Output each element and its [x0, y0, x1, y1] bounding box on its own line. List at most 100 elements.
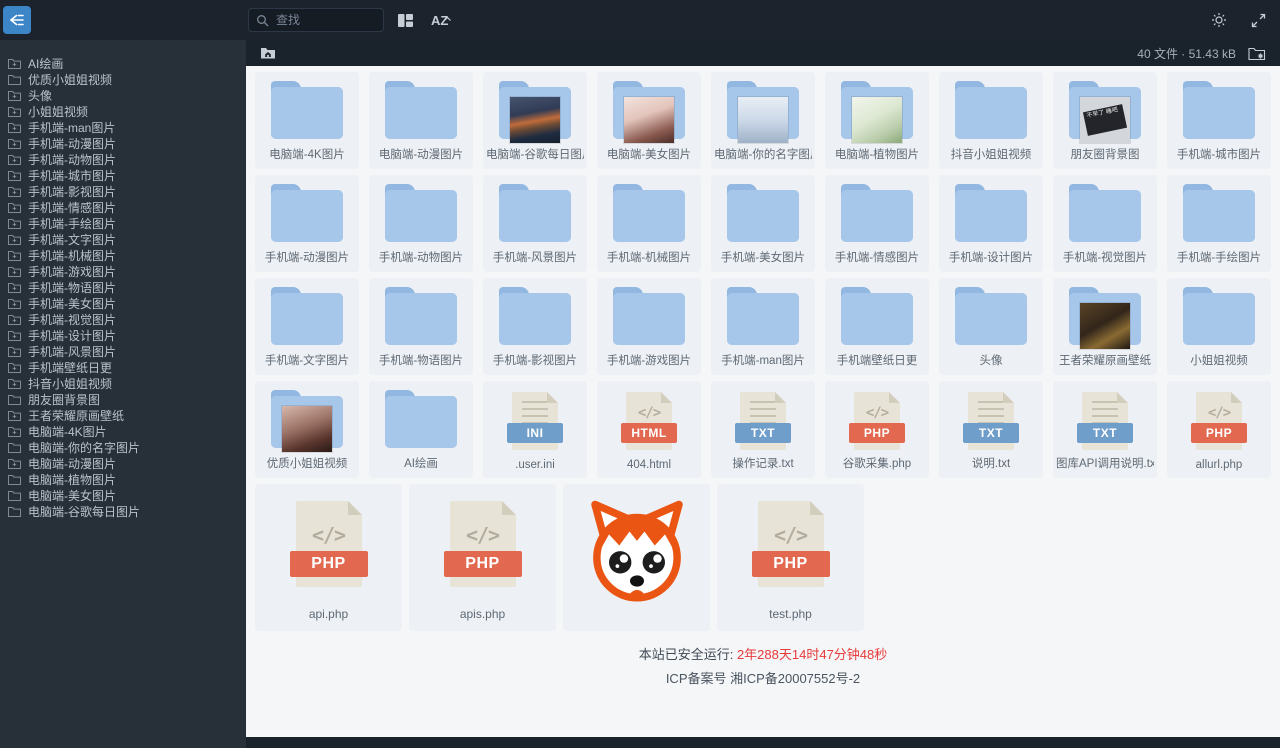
- folder-tile[interactable]: 手机端-动漫图片: [255, 175, 359, 272]
- file-tile[interactable]: </> PHP api.php: [255, 484, 402, 631]
- folder-tile[interactable]: 电脑端-植物图片: [825, 72, 929, 169]
- folder-tile[interactable]: 手机端-风景图片: [483, 175, 587, 272]
- sidebar-item[interactable]: 小姐姐视频: [0, 103, 246, 119]
- sidebar-item[interactable]: 电脑端-植物图片: [0, 471, 246, 487]
- sidebar-item[interactable]: 优质小姐姐视频: [0, 71, 246, 87]
- sidebar-item[interactable]: 手机端壁纸日更: [0, 359, 246, 375]
- folder-icon: [483, 175, 587, 248]
- folder-settings-button[interactable]: [1246, 44, 1268, 63]
- folder-glyph: [1183, 80, 1255, 139]
- folder-tile[interactable]: 手机端-城市图片: [1167, 72, 1271, 169]
- folder-tile[interactable]: 手机端-美女图片: [711, 175, 815, 272]
- file-paper-glyph: </> PHP: [443, 500, 522, 587]
- sidebar-item[interactable]: 手机端-文字图片: [0, 231, 246, 247]
- fullscreen-button[interactable]: [1249, 11, 1268, 30]
- sidebar-item[interactable]: 朋友圈背景图: [0, 391, 246, 407]
- folder-tile[interactable]: 王者荣耀原画壁纸: [1053, 278, 1157, 375]
- sidebar-item-label: 手机端-动物图片: [28, 152, 116, 167]
- folder-tile[interactable]: AI绘画: [369, 381, 473, 478]
- folder-tile[interactable]: 电脑端-4K图片: [255, 72, 359, 169]
- theme-toggle-button[interactable]: [1209, 10, 1229, 30]
- image-tile[interactable]: [563, 484, 710, 631]
- grid-row: </> PHP api.php </> PHP apis.php </> PHP test.p…: [255, 484, 1280, 631]
- view-toggle-button[interactable]: [396, 11, 415, 30]
- sidebar-item[interactable]: AI绘画: [0, 55, 246, 71]
- sidebar-item[interactable]: 手机端-城市图片: [0, 167, 246, 183]
- sidebar-item[interactable]: 电脑端-你的名字图片: [0, 439, 246, 455]
- folder-tile[interactable]: 手机端-物语图片: [369, 278, 473, 375]
- folder-tile[interactable]: 手机端-手绘图片: [1167, 175, 1271, 272]
- icp-line[interactable]: ICP备案号 湘ICP备20007552号-2: [255, 668, 1271, 687]
- folder-tile[interactable]: 手机端-动物图片: [369, 175, 473, 272]
- sidebar-item[interactable]: 手机端-物语图片: [0, 279, 246, 295]
- sidebar-item[interactable]: 手机端-美女图片: [0, 295, 246, 311]
- sidebar-item[interactable]: 手机端-视觉图片: [0, 311, 246, 327]
- sort-button[interactable]: AZ: [429, 11, 452, 30]
- sidebar-item[interactable]: 抖音小姐姐视频: [0, 375, 246, 391]
- file-tile[interactable]: </> PHP allurl.php: [1167, 381, 1271, 478]
- file-tile[interactable]: TXT 说明.txt: [939, 381, 1043, 478]
- folder-tile[interactable]: 电脑端-你的名字图片: [711, 72, 815, 169]
- arrow-left-icon: [8, 12, 26, 28]
- folder-tile[interactable]: 手机端壁纸日更: [825, 278, 929, 375]
- file-tile[interactable]: </> PHP 谷歌采集.php: [825, 381, 929, 478]
- tile-label: 电脑端-植物图片: [834, 149, 920, 161]
- folder-glyph: [1069, 286, 1141, 349]
- view-controls: AZ: [396, 0, 452, 40]
- folder-tile[interactable]: 抖音小姐姐视频: [939, 72, 1043, 169]
- folder-tile[interactable]: 手机端-文字图片: [255, 278, 359, 375]
- folder-tile[interactable]: 手机端-情感图片: [825, 175, 929, 272]
- sidebar-item[interactable]: 手机端-机械图片: [0, 247, 246, 263]
- tile-label: 手机端-man图片: [721, 355, 805, 367]
- folder-tile[interactable]: 电脑端-动漫图片: [369, 72, 473, 169]
- file-icon: TXT: [939, 381, 1043, 454]
- sidebar-item[interactable]: 手机端-动漫图片: [0, 135, 246, 151]
- folder-tile[interactable]: 手机端-机械图片: [597, 175, 701, 272]
- sidebar-item[interactable]: 电脑端-4K图片: [0, 423, 246, 439]
- folder-tile[interactable]: 头像: [939, 278, 1043, 375]
- folder-tile[interactable]: 小姐姐视频: [1167, 278, 1271, 375]
- folder-tile[interactable]: 手机端-游戏图片: [597, 278, 701, 375]
- file-tile[interactable]: </> PHP test.php: [717, 484, 864, 631]
- sidebar-item[interactable]: 王者荣耀原画壁纸: [0, 407, 246, 423]
- file-tile[interactable]: TXT 图库API调用说明.txt: [1053, 381, 1157, 478]
- folder-icon: [1167, 175, 1271, 248]
- sidebar-item-label: 手机端-man图片: [28, 120, 116, 135]
- folder-icon: [597, 278, 701, 351]
- tile-label: 手机端-机械图片: [606, 252, 692, 264]
- sidebar-item-label: 王者荣耀原画壁纸: [28, 408, 125, 423]
- sidebar-item[interactable]: 手机端-风景图片: [0, 343, 246, 359]
- sidebar-item[interactable]: 手机端-情感图片: [0, 199, 246, 215]
- search-input[interactable]: [274, 12, 376, 28]
- sidebar-item[interactable]: 手机端-手绘图片: [0, 215, 246, 231]
- sidebar-item[interactable]: 手机端-影视图片: [0, 183, 246, 199]
- folder-plus-icon: [8, 458, 21, 469]
- file-tile[interactable]: INI .user.ini: [483, 381, 587, 478]
- sidebar-item[interactable]: 手机端-设计图片: [0, 327, 246, 343]
- folder-tile[interactable]: 手机端-设计图片: [939, 175, 1043, 272]
- folder-tile[interactable]: 手机端-man图片: [711, 278, 815, 375]
- folder-tile[interactable]: 手机端-视觉图片: [1053, 175, 1157, 272]
- sidebar-item-label: 手机端-视觉图片: [28, 312, 116, 327]
- sidebar-item[interactable]: 电脑端-动漫图片: [0, 455, 246, 471]
- sidebar-item-label: 小姐姐视频: [28, 104, 89, 119]
- folder-tile[interactable]: 不早了 睡吧 朋友圈背景图: [1053, 72, 1157, 169]
- file-tile[interactable]: </> HTML 404.html: [597, 381, 701, 478]
- sidebar-item[interactable]: 头像: [0, 87, 246, 103]
- folder-tile[interactable]: 优质小姐姐视频: [255, 381, 359, 478]
- file-icon: TXT: [711, 381, 815, 454]
- file-tile[interactable]: TXT 操作记录.txt: [711, 381, 815, 478]
- sidebar-item[interactable]: 电脑端-美女图片: [0, 487, 246, 503]
- file-tile[interactable]: </> PHP apis.php: [409, 484, 556, 631]
- sidebar-item[interactable]: 手机端-游戏图片: [0, 263, 246, 279]
- folder-tile[interactable]: 电脑端-美女图片: [597, 72, 701, 169]
- folder-icon: [1167, 72, 1271, 145]
- collapse-sidebar-button[interactable]: [3, 6, 31, 34]
- sidebar-item[interactable]: 手机端-man图片: [0, 119, 246, 135]
- sidebar-item[interactable]: 电脑端-谷歌每日图片: [0, 503, 246, 519]
- folder-glyph: [385, 389, 457, 448]
- folder-tile[interactable]: 手机端-影视图片: [483, 278, 587, 375]
- sidebar-item[interactable]: 手机端-动物图片: [0, 151, 246, 167]
- folder-tile[interactable]: 电脑端-谷歌每日图片: [483, 72, 587, 169]
- home-button[interactable]: [258, 44, 278, 62]
